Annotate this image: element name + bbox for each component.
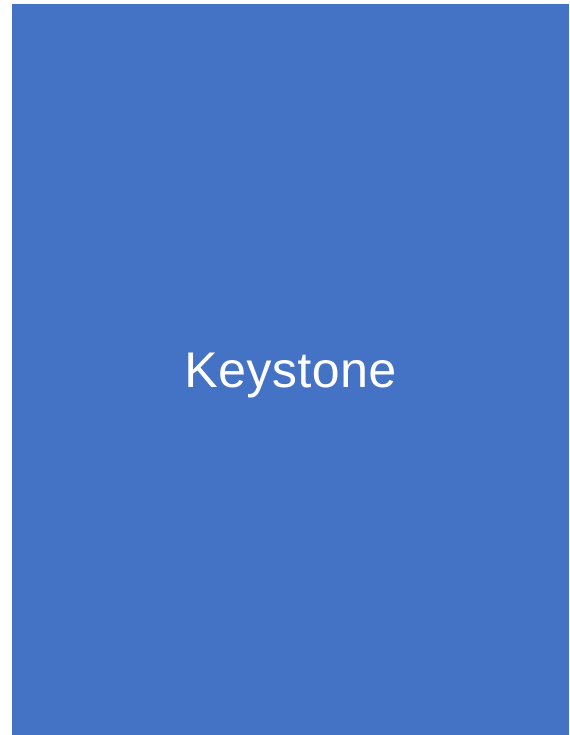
canvas: Keystone	[0, 0, 570, 735]
keystone-block: Keystone	[12, 4, 569, 735]
keystone-label: Keystone	[184, 341, 397, 398]
